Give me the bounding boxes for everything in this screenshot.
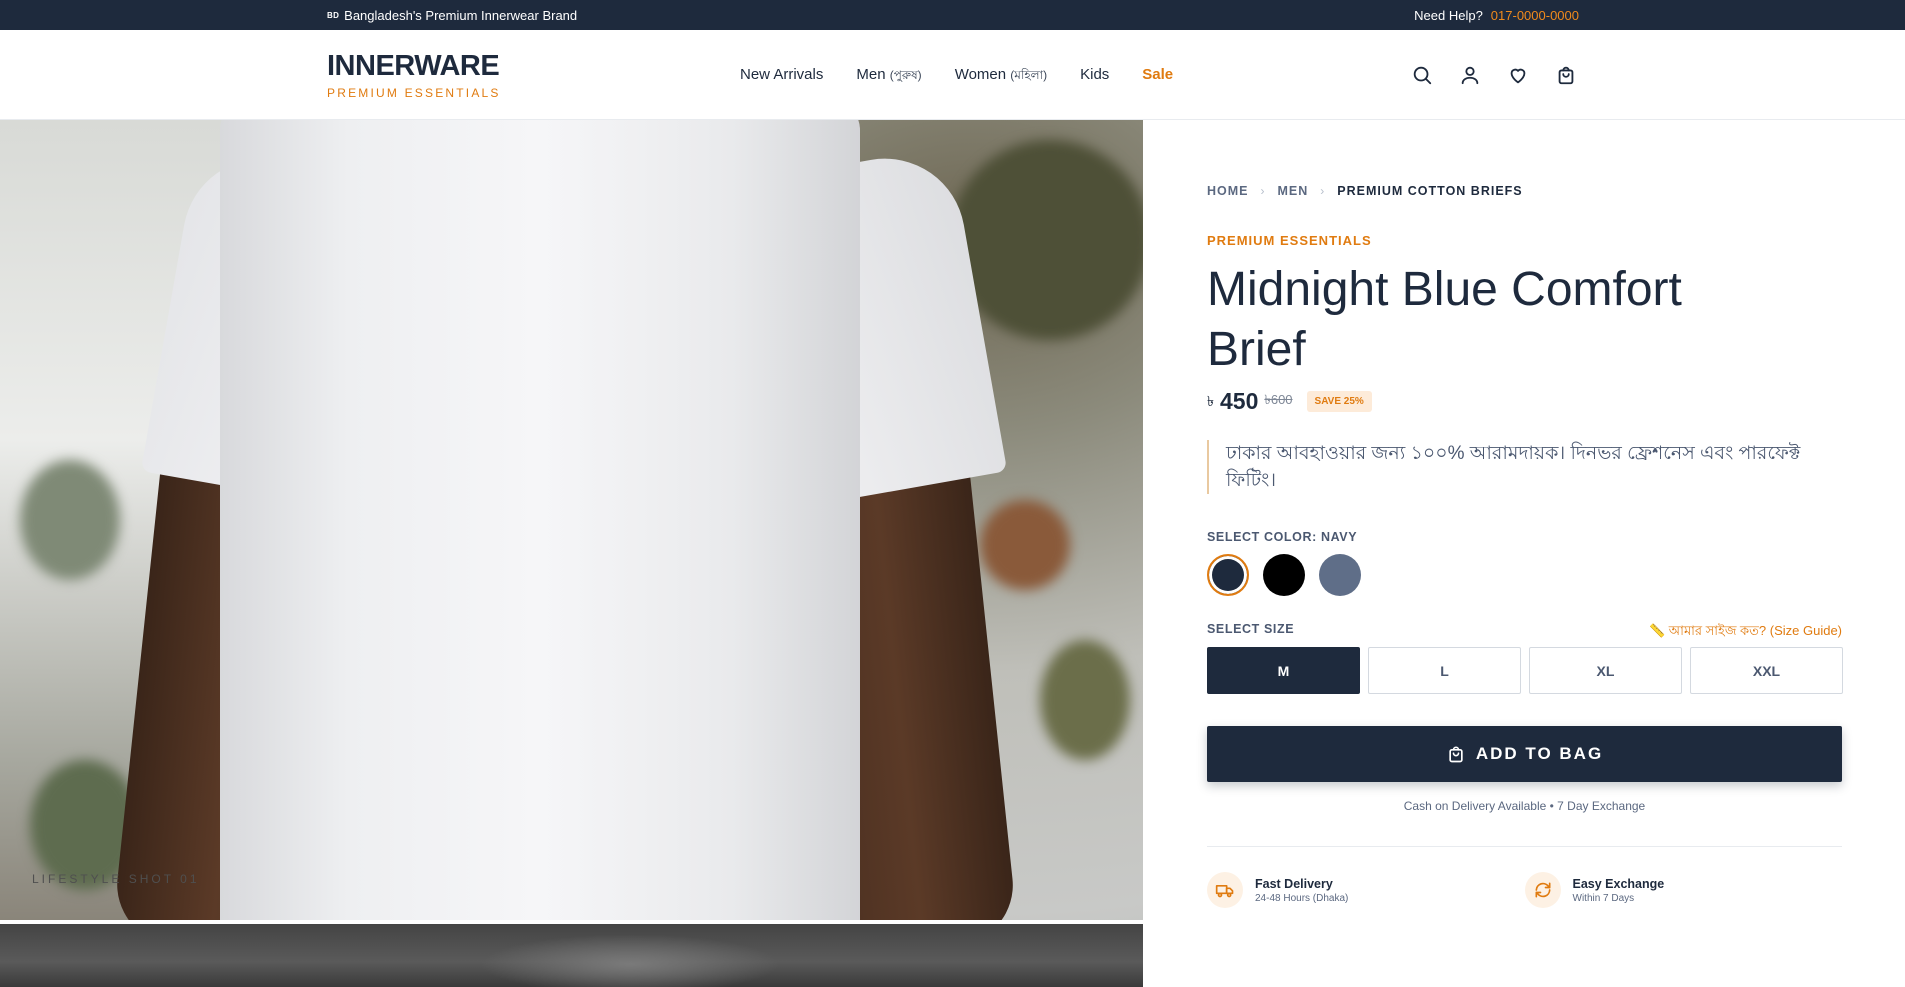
image-caption: LIFESTYLE SHOT 01 [32,872,200,886]
breadcrumb-home[interactable]: HOME [1207,184,1249,198]
feature-title: Easy Exchange [1572,876,1665,891]
add-to-bag-label: ADD TO BAG [1475,744,1604,763]
chevron-right-icon: › [1320,184,1326,198]
account-icon[interactable] [1457,62,1483,88]
breadcrumb: HOME › MEN › PREMIUM COTTON BRIEFS [1207,184,1523,198]
help-label: Need Help? [1414,8,1483,23]
color-label: SELECT COLOR: NAVY [1207,530,1358,544]
nav-item-women[interactable]: Women (মহিলা) [955,66,1047,87]
size-options: M L XL XXL [1207,647,1843,694]
help-contact: Need Help? 017-0000-0000 [1414,8,1579,23]
size-option-m[interactable]: M [1207,647,1360,694]
color-swatches [1207,554,1361,596]
breadcrumb-current: PREMIUM COTTON BRIEFS [1337,184,1523,198]
current-price: 450 [1219,388,1259,414]
product-image-secondary[interactable] [0,924,1143,987]
color-swatch-black[interactable] [1263,554,1305,596]
size-option-l[interactable]: L [1368,647,1521,694]
product-title: Midnight Blue Comfort Brief [1207,263,1682,376]
logo[interactable]: INNERWARE PREMIUM ESSENTIALS [327,50,501,100]
product-collection: PREMIUM ESSENTIALS [1207,233,1372,248]
main-nav: New Arrivals Men (পুরুষ) Women (মহিলা) K… [740,66,1173,87]
truck-icon [1207,872,1243,908]
size-option-xl[interactable]: XL [1529,647,1682,694]
header-actions [1409,62,1579,88]
nav-label: New Arrivals [740,66,824,83]
background-plant [1040,640,1130,760]
product-image-lifestyle[interactable]: LIFESTYLE SHOT 01 [0,120,1143,920]
price-row: ৳ 450 ৳600 SAVE 25% [1207,388,1372,415]
nav-sublabel: (পুরুষ) [889,68,922,82]
flag-icon: BD [327,11,340,20]
nav-label: Kids [1080,66,1110,83]
color-swatch-navy[interactable] [1207,554,1249,596]
delivery-note: Cash on Delivery Available • 7 Day Excha… [1403,799,1646,813]
logo-tagline: PREMIUM ESSENTIALS [327,86,501,100]
chevron-right-icon: › [1260,184,1266,198]
announcement-bar: BD Bangladesh's Premium Innerwear Brand … [0,0,1905,30]
feature-list: Fast Delivery 24-48 Hours (Dhaka) Easy E… [1207,872,1842,908]
product-description: ঢাকার আবহাওয়ার জন্য ১০০% আরামদায়ক। দিন… [1207,440,1807,494]
feature-fast-delivery: Fast Delivery 24-48 Hours (Dhaka) [1207,872,1525,908]
bag-icon [1449,746,1463,763]
feature-subtitle: 24-48 Hours (Dhaka) [1255,892,1349,904]
site-header: INNERWARE PREMIUM ESSENTIALS New Arrival… [0,30,1905,120]
announcement-left: BD Bangladesh's Premium Innerwear Brand [327,8,577,23]
nav-sublabel: (মহিলা) [1010,68,1048,82]
feature-title: Fast Delivery [1255,876,1333,891]
bag-icon[interactable] [1553,62,1579,88]
nav-item-sale[interactable]: Sale [1142,66,1173,87]
background-plant [20,460,120,580]
discount-badge: SAVE 25% [1306,391,1372,412]
nav-label: Women [954,66,1007,83]
background-plant [980,500,1070,590]
old-price: ৳600 [1264,392,1293,407]
logo-name: INNERWARE [327,50,500,82]
exchange-icon [1524,872,1561,908]
divider [1207,846,1842,847]
nav-item-men[interactable]: Men (পুরুষ) [856,66,921,87]
brand-tagline-text: Bangladesh's Premium Innerwear Brand [344,8,578,23]
size-guide-link[interactable]: 📏 আমার সাইজ কত? (Size Guide) [1649,622,1842,643]
nav-item-new-arrivals[interactable]: New Arrivals [740,66,823,87]
phone-link[interactable]: 017-0000-0000 [1491,8,1579,23]
nav-item-kids[interactable]: Kids [1080,66,1109,87]
feature-subtitle: Within 7 Days [1572,892,1635,904]
nav-label: Sale [1142,66,1174,83]
search-icon[interactable] [1409,62,1435,88]
feature-easy-exchange: Easy Exchange Within 7 Days [1524,872,1843,908]
breadcrumb-men[interactable]: MEN [1278,184,1309,198]
model-shirt [220,120,860,920]
currency-symbol: ৳ [1207,392,1214,409]
color-swatch-slate[interactable] [1319,554,1361,596]
nav-label: Men [856,66,886,83]
size-option-xxl[interactable]: XXL [1690,647,1843,694]
add-to-bag-button[interactable]: ADD TO BAG [1207,726,1842,782]
size-label: SELECT SIZE [1207,622,1295,636]
wishlist-icon[interactable] [1505,62,1531,88]
